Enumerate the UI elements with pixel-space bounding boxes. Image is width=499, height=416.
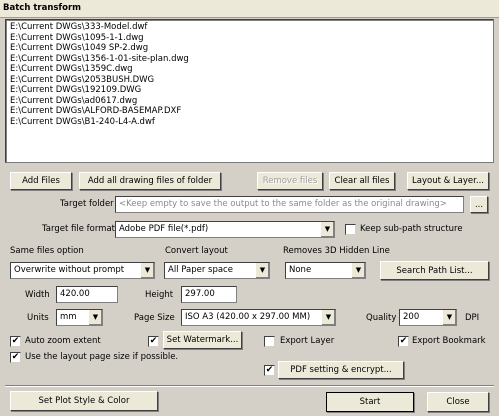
hidden-line-select[interactable]: None ▼ — [285, 262, 366, 279]
browse-folder-button[interactable]: ... — [470, 196, 488, 213]
chevron-down-icon: ▼ — [321, 310, 335, 325]
chevron-down-icon: ▼ — [351, 263, 365, 278]
convert-layout-select[interactable]: All Paper space ▼ — [164, 262, 270, 279]
page-size-select[interactable]: ISO A3 (420.00 x 297.00 MM) ▼ — [181, 309, 336, 326]
same-files-option-label: Same files option — [10, 246, 84, 256]
file-list[interactable]: E:\Current DWGs\333-Model.dwf E:\Current… — [5, 19, 494, 163]
target-folder-input[interactable]: <Keep empty to save the output to the sa… — [115, 196, 464, 213]
list-item[interactable]: E:\Current DWGs\1049 SP-2.dwg — [10, 43, 493, 54]
layout-layer-button[interactable]: Layout & Layer... — [407, 172, 489, 190]
keep-sub-path-checkbox[interactable] — [345, 224, 356, 235]
units-label: Units — [27, 313, 49, 323]
hidden-line-value: None — [289, 265, 312, 275]
quality-value: 200 — [403, 312, 420, 322]
pdf-setting-encrypt-button[interactable]: PDF setting & encrypt... — [278, 361, 404, 379]
quality-select[interactable]: 200 ▼ — [399, 309, 457, 326]
close-button[interactable]: Close — [427, 392, 489, 412]
set-plot-style-color-button[interactable]: Set Plot Style & Color — [10, 391, 158, 411]
units-select[interactable]: mm ▼ — [56, 309, 103, 326]
use-layout-page-size-label: Use the layout page size if possible. — [25, 352, 179, 362]
target-folder-label: Target folder — [60, 199, 114, 209]
list-item[interactable]: E:\Current DWGs\333-Model.dwf — [10, 22, 493, 33]
set-watermark-button[interactable]: Set Watermark... — [163, 331, 242, 349]
list-item[interactable]: E:\Current DWGs\2053BUSH.DWG — [10, 75, 493, 86]
height-input[interactable]: 297.00 — [181, 286, 237, 303]
removes-3d-hidden-line-label: Removes 3D Hidden Line — [283, 246, 390, 256]
export-bookmark-checkbox[interactable]: ✔ — [398, 336, 409, 347]
chevron-down-icon: ▼ — [88, 310, 102, 325]
pdf-setting-checkbox[interactable]: ✔ — [264, 365, 275, 376]
same-files-option-value: Overwrite without prompt — [14, 265, 125, 275]
same-files-option-select[interactable]: Overwrite without prompt ▼ — [10, 262, 155, 279]
target-file-format-label: Target file format — [42, 224, 116, 234]
clear-all-files-button[interactable]: Clear all files — [329, 172, 395, 190]
list-item[interactable]: E:\Current DWGs\ad0617.dwg — [10, 96, 493, 107]
page-size-value: ISO A3 (420.00 x 297.00 MM) — [185, 312, 311, 322]
window-title: Batch transform — [3, 3, 82, 13]
auto-zoom-checkbox[interactable]: ✔ — [10, 336, 21, 347]
width-label: Width — [25, 290, 50, 300]
convert-layout-value: All Paper space — [168, 265, 233, 275]
convert-layout-label: Convert layout — [165, 246, 228, 256]
list-item[interactable]: E:\Current DWGs\1359C.dwg — [10, 64, 493, 75]
add-files-button[interactable]: Add Files — [10, 172, 72, 190]
export-bookmark-label: Export Bookmark — [412, 336, 486, 346]
quality-label: Quality — [366, 313, 397, 323]
search-path-list-button[interactable]: Search Path List... — [380, 261, 489, 280]
set-watermark-checkbox[interactable]: ✔ — [148, 336, 159, 347]
export-layer-label: Export Layer — [280, 336, 335, 346]
keep-sub-path-label: Keep sub-path structure — [360, 224, 463, 234]
width-input[interactable]: 420.00 — [56, 286, 118, 303]
use-layout-page-size-checkbox[interactable]: ✔ — [10, 352, 21, 363]
target-file-format-select[interactable]: Adobe PDF file(*.pdf) ▼ — [115, 221, 335, 238]
remove-files-button[interactable]: Remove files — [257, 172, 323, 190]
chevron-down-icon: ▼ — [442, 310, 456, 325]
list-item[interactable]: E:\Current DWGs\192109.DWG — [10, 85, 493, 96]
list-item[interactable]: E:\Current DWGs\B1-240-L4-A.dwf — [10, 117, 493, 128]
auto-zoom-label: Auto zoom extent — [25, 336, 101, 346]
height-label: Height — [145, 290, 174, 300]
list-item[interactable]: E:\Current DWGs\1095-1-1.dwg — [10, 33, 493, 44]
chevron-down-icon: ▼ — [140, 263, 154, 278]
title-bar: Batch transform — [0, 0, 499, 18]
add-all-drawing-files-button[interactable]: Add all drawing files of folder — [79, 172, 221, 190]
page-size-label: Page Size — [134, 313, 175, 323]
units-value: mm — [60, 312, 77, 322]
start-button[interactable]: Start — [326, 392, 414, 412]
chevron-down-icon: ▼ — [255, 263, 269, 278]
chevron-down-icon: ▼ — [320, 222, 334, 237]
export-layer-checkbox[interactable] — [264, 336, 275, 347]
target-file-format-value: Adobe PDF file(*.pdf) — [119, 224, 209, 234]
divider — [5, 385, 494, 387]
list-item[interactable]: E:\Current DWGs\1356-1-01-site-plan.dwg — [10, 54, 493, 65]
list-item[interactable]: E:\Current DWGs\ALFORD-BASEMAP.DXF — [10, 106, 493, 117]
dpi-label: DPI — [465, 313, 480, 323]
